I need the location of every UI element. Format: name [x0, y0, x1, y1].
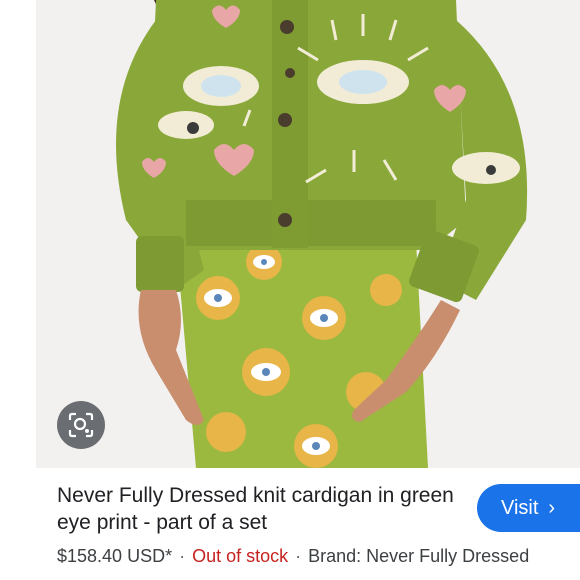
price-label: $158.40 USD* [57, 546, 173, 566]
lens-search-icon [68, 412, 94, 438]
lens-search-button[interactable] [57, 401, 105, 449]
product-image[interactable] [36, 0, 580, 468]
visit-label: Visit [501, 496, 539, 519]
separator-dot: · [295, 546, 302, 566]
product-photo [36, 0, 580, 468]
product-title[interactable]: Never Fully Dressed knit cardigan in gre… [57, 482, 467, 536]
stock-status: Out of stock [192, 546, 289, 566]
chevron-right-icon: › [548, 496, 556, 519]
visit-button[interactable]: Visit › [477, 484, 580, 532]
product-meta: $158.40 USD* · Out of stock · Brand: Never F… [57, 545, 580, 567]
separator-dot: · [179, 546, 186, 566]
brand-label: Brand: Never Fully Dressed [308, 546, 530, 566]
